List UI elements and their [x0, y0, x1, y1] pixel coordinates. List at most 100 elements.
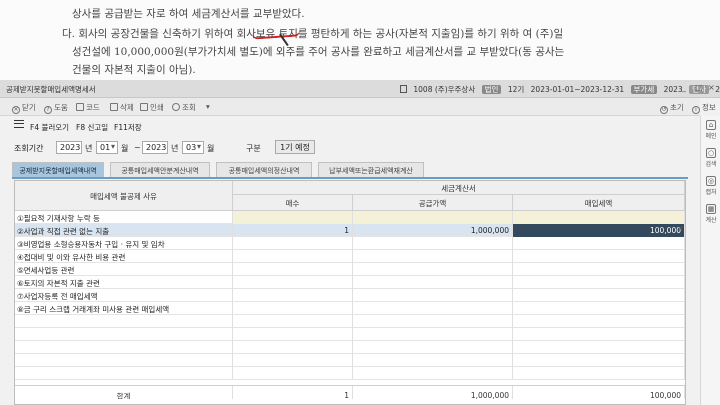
supply-cell[interactable] [353, 250, 513, 263]
reason-cell: ③비영업용 소형승용자동차 구입 · 유지 및 임차 [15, 237, 233, 250]
tax-cell[interactable] [513, 250, 685, 263]
table-row[interactable]: ⑦사업자등록 전 매입세액 [15, 289, 685, 302]
f8-report-date-button[interactable]: F8 신고일 [76, 122, 108, 133]
supply-cell[interactable] [353, 237, 513, 250]
count-cell[interactable] [233, 263, 353, 276]
home-button[interactable]: ⌂ 메인 [701, 120, 720, 140]
header-reason: 매입세액 불공제 사유 [15, 181, 233, 211]
table-row[interactable]: ⑤면세사업등 관련 [15, 263, 685, 276]
reset-button[interactable]: ↺ 초기 [660, 102, 684, 114]
minimize-icon[interactable]: _ [682, 83, 686, 92]
side-panel: ⌂ 메인 ○ 검색 ◎ 캡처 ▦ 계산 [700, 116, 720, 405]
info-label: 정보 [702, 103, 716, 112]
total-tax: 100,000 [513, 386, 685, 399]
more-dropdown[interactable]: ▾ [206, 102, 210, 111]
table-row[interactable]: ③비영업용 소형승용자동차 구입 · 유지 및 임차 [15, 237, 685, 250]
search-button[interactable]: 조회 [172, 102, 196, 113]
empty-cell [233, 315, 353, 328]
month-suffix: 월 [121, 144, 129, 153]
term: 12기 [507, 85, 525, 94]
count-cell[interactable] [233, 276, 353, 289]
company-name[interactable]: 1008 (주)우주상사 [413, 85, 475, 94]
home-icon: ⌂ [706, 120, 716, 130]
empty-row [15, 328, 685, 341]
range-tilde: ~ [134, 143, 141, 152]
title-bar: 공제받지못할매입세액명세서 1008 (주)우주상사 법인 12기 2023-0… [0, 80, 720, 98]
f11-save-button[interactable]: F11저장 [114, 122, 142, 133]
supply-cell[interactable] [353, 276, 513, 289]
code-button[interactable]: 코드 [76, 102, 100, 113]
to-month-select[interactable]: 03 [182, 141, 204, 154]
corp-badge: 법인 [481, 85, 502, 94]
fiscal-period: 2023-01-01~2023-12-31 [530, 85, 625, 94]
print-button[interactable]: 인쇄 [140, 102, 164, 113]
empty-cell [353, 367, 513, 380]
vat-badge: 부가세 [630, 85, 658, 94]
count-cell[interactable] [233, 237, 353, 250]
reason-cell: ④접대비 및 이와 유사한 비용 관련 [15, 250, 233, 263]
tax-cell[interactable] [513, 263, 685, 276]
table-row[interactable]: ⑥토지의 자본적 지출 관련 [15, 276, 685, 289]
count-cell[interactable]: 1 [233, 224, 353, 237]
search-label: 조회 [182, 103, 196, 112]
print-label: 인쇄 [150, 103, 164, 112]
table-row[interactable]: ⑧금 구리 스크랩 거래계좌 미사용 관련 매입세액 [15, 302, 685, 315]
help-button[interactable]: ? 도움 [44, 102, 68, 114]
tab-common-settlement[interactable]: 공통매입세액의정산내역 [216, 162, 312, 178]
month-suffix: 월 [207, 144, 215, 153]
calculator-button[interactable]: ▦ 계산 [701, 204, 720, 224]
printer-icon [140, 103, 148, 111]
count-cell[interactable] [233, 302, 353, 315]
close-button[interactable]: × 닫기 [12, 102, 36, 114]
tax-cell[interactable] [513, 302, 685, 315]
tax-cell[interactable] [513, 237, 685, 250]
supply-cell[interactable] [353, 263, 513, 276]
capture-button[interactable]: ◎ 캡처 [701, 176, 720, 196]
to-year-input[interactable]: 2023 [142, 141, 168, 154]
supply-cell[interactable] [353, 211, 513, 224]
function-bar: F4 불러오기 F8 신고일 F11저장 [0, 118, 700, 134]
search-icon: ○ [706, 148, 716, 158]
table-row[interactable]: ④접대비 및 이와 유사한 비용 관련 [15, 250, 685, 263]
search-side-button[interactable]: ○ 검색 [701, 148, 720, 168]
count-cell[interactable] [233, 211, 353, 224]
info-button[interactable]: i 정보 [692, 102, 716, 114]
gubun-value[interactable]: 1기 예정 [275, 140, 315, 154]
f4-load-button[interactable]: F4 불러오기 [30, 122, 69, 133]
restore-icon[interactable]: □ [695, 83, 703, 92]
supply-cell[interactable] [353, 289, 513, 302]
tax-cell[interactable]: 100,000 [513, 224, 685, 237]
count-cell[interactable] [233, 250, 353, 263]
delete-button[interactable]: 삭제 [110, 102, 134, 113]
empty-row [15, 341, 685, 354]
capture-label: 캡처 [705, 189, 717, 196]
supply-cell[interactable]: 1,000,000 [353, 224, 513, 237]
from-year-input[interactable]: 2023 [56, 141, 82, 154]
empty-cell [513, 315, 685, 328]
tax-cell[interactable] [513, 276, 685, 289]
tab-recalculation[interactable]: 납부세액또는환급세액재계산 [318, 162, 424, 178]
tax-cell[interactable] [513, 211, 685, 224]
close-icon: × [12, 106, 20, 114]
supply-cell[interactable] [353, 302, 513, 315]
tax-cell[interactable] [513, 289, 685, 302]
reason-cell: ①필요적 기재사항 누락 등 [15, 211, 233, 224]
empty-cell [15, 341, 233, 354]
empty-cell [15, 315, 233, 328]
empty-cell [15, 367, 233, 380]
from-month-select[interactable]: 01 [96, 141, 118, 154]
table-row[interactable]: ②사업과 직접 관련 없는 지출 1 1,000,000 100,000 [15, 224, 685, 237]
tab-common-allocation[interactable]: 공통매입세액안분계산내역 [110, 162, 210, 178]
count-cell[interactable] [233, 289, 353, 302]
table-row[interactable]: ①필요적 기재사항 누락 등 [15, 211, 685, 224]
tab-underline [12, 177, 688, 179]
hamburger-menu-icon[interactable] [14, 120, 24, 128]
empty-cell [353, 341, 513, 354]
total-count: 1 [233, 386, 353, 399]
reason-cell: ⑦사업자등록 전 매입세액 [15, 289, 233, 302]
tab-non-deductible[interactable]: 공제받지못할매입세액내역 [12, 162, 104, 178]
close-window-icon[interactable]: × [708, 83, 715, 92]
company-info: 1008 (주)우주상사 법인 12기 2023-01-01~2023-12-3… [400, 84, 720, 95]
code-icon [76, 103, 84, 111]
header-count: 매수 [233, 195, 353, 211]
